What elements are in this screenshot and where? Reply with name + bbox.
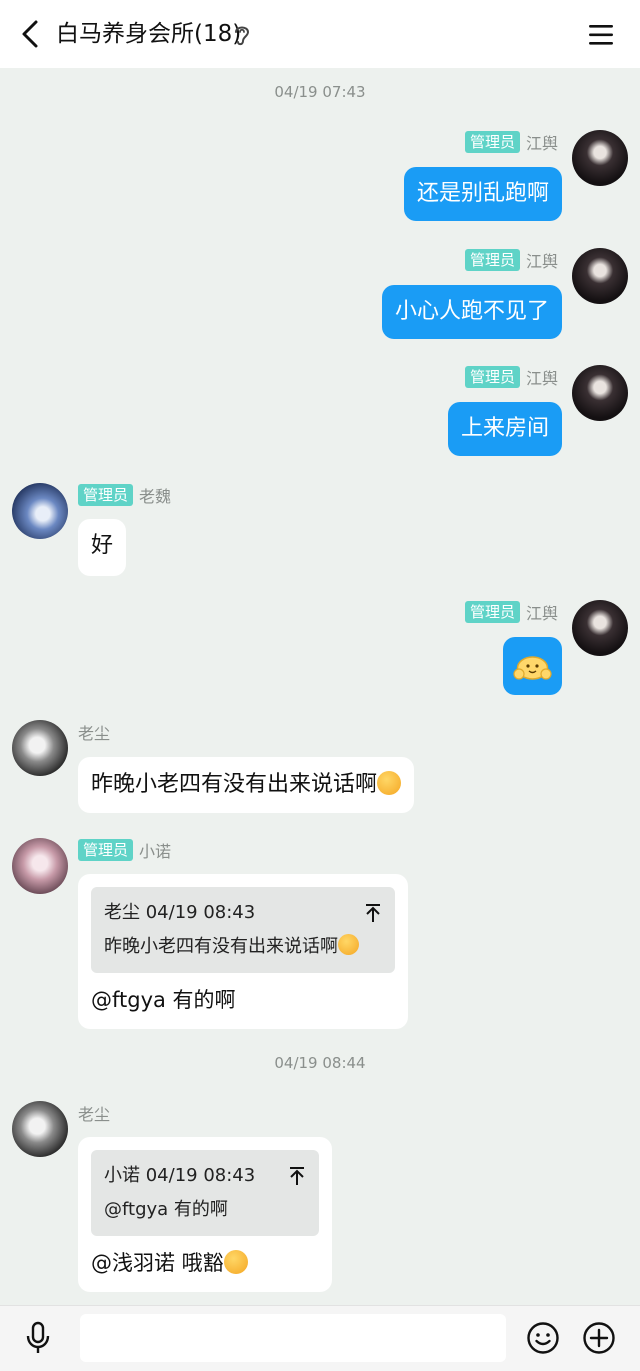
timestamp: 04/19 08:44 — [274, 1054, 366, 1072]
sender-name: 江舆 — [525, 252, 558, 271]
voice-button[interactable] — [18, 1318, 58, 1358]
sender-name: 江舆 — [525, 369, 558, 388]
reply-text: @浅羽诺 哦豁 — [91, 1251, 224, 1275]
sender-row: 管理员 江舆 — [464, 131, 558, 153]
hamburger-menu-icon — [589, 25, 613, 45]
composer-bar — [0, 1305, 640, 1371]
sender-name: 小诺 — [139, 842, 172, 861]
smirk-emoji-icon — [223, 1250, 248, 1274]
admin-badge: 管理员 — [464, 601, 520, 623]
reply-bubble[interactable]: 老尘 04/19 08:43 昨晚小老四有没有出来说话啊 @ftgya 有的啊 — [78, 874, 408, 1029]
quote-time: 04/19 08:43 — [145, 1165, 256, 1186]
message-bubble[interactable]: 还是别乱跑啊 — [403, 167, 562, 221]
message-input[interactable] — [80, 1314, 506, 1362]
yellow-blob-sticker-icon — [513, 656, 552, 680]
sticker-bubble[interactable] — [503, 637, 562, 695]
sender-name: 老魏 — [139, 487, 172, 506]
admin-badge: 管理员 — [464, 366, 520, 388]
more-button[interactable] — [579, 1318, 619, 1358]
smirk-emoji-icon — [377, 771, 402, 795]
smiley-icon — [527, 1322, 559, 1354]
quoted-message[interactable]: 小诺 04/19 08:43 @ftgya 有的啊 — [91, 1150, 319, 1236]
message-bubble[interactable]: 昨晚小老四有没有出来说话啊 — [78, 757, 415, 813]
sender-row: 管理员 江舆 — [464, 249, 558, 271]
sender-row: 管理员 小诺 — [78, 839, 171, 861]
message-bubble[interactable]: 小心人跑不见了 — [381, 285, 562, 339]
sender-name: 老尘 — [78, 1105, 111, 1124]
avatar[interactable] — [12, 483, 68, 539]
ear-icon — [235, 26, 250, 46]
message-bubble[interactable]: 上来房间 — [447, 402, 562, 456]
avatar[interactable] — [572, 600, 628, 656]
sender-row: 管理员 江舆 — [464, 366, 558, 388]
back-button[interactable] — [10, 14, 50, 54]
message-text: 昨晚小老四有没有出来说话啊 — [91, 772, 378, 797]
jump-to-top-icon[interactable] — [288, 1166, 306, 1186]
avatar[interactable] — [572, 365, 628, 421]
admin-badge: 管理员 — [78, 484, 134, 506]
avatar[interactable] — [12, 1101, 68, 1157]
avatar[interactable] — [12, 838, 68, 894]
reply-text-row: @浅羽诺 哦豁 — [91, 1248, 319, 1278]
emoji-button[interactable] — [523, 1318, 563, 1358]
sender-row: 管理员 老魏 — [78, 484, 171, 506]
microphone-icon — [26, 1321, 50, 1353]
reply-bubble[interactable]: 小诺 04/19 08:43 @ftgya 有的啊 @浅羽诺 哦豁 — [78, 1137, 332, 1292]
timestamp: 04/19 07:43 — [274, 83, 366, 101]
sender-row: 老尘 — [78, 1102, 110, 1124]
sender-name: 江舆 — [525, 604, 558, 623]
avatar[interactable] — [12, 720, 68, 776]
message-bubble[interactable]: 好 — [78, 519, 127, 576]
jump-to-top-icon[interactable] — [364, 903, 382, 923]
chat-title: 白马养身会所(18) — [56, 21, 242, 47]
chevron-left-icon — [22, 20, 38, 48]
menu-button[interactable] — [580, 14, 622, 56]
avatar[interactable] — [572, 130, 628, 186]
quote-author: 小诺 — [104, 1165, 140, 1186]
smirk-emoji-icon — [338, 934, 359, 955]
chat-header: 白马养身会所(18) — [0, 0, 640, 68]
quote-time: 04/19 08:43 — [145, 902, 256, 923]
admin-badge: 管理员 — [464, 131, 520, 153]
quote-author: 老尘 — [104, 902, 140, 923]
sender-row: 管理员 江舆 — [464, 601, 558, 623]
admin-badge: 管理员 — [464, 249, 520, 271]
quote-text: 昨晚小老四有没有出来说话啊 — [104, 936, 338, 957]
plus-circle-icon — [583, 1322, 615, 1354]
sender-name: 老尘 — [78, 724, 111, 743]
quote-text: @ftgya 有的啊 — [104, 1199, 228, 1220]
avatar[interactable] — [572, 248, 628, 304]
reply-text: @ftgya 有的啊 — [91, 988, 236, 1012]
quoted-message[interactable]: 老尘 04/19 08:43 昨晚小老四有没有出来说话啊 — [91, 887, 395, 973]
sender-row: 老尘 — [78, 721, 110, 743]
sender-name: 江舆 — [525, 134, 558, 153]
admin-badge: 管理员 — [78, 839, 134, 861]
